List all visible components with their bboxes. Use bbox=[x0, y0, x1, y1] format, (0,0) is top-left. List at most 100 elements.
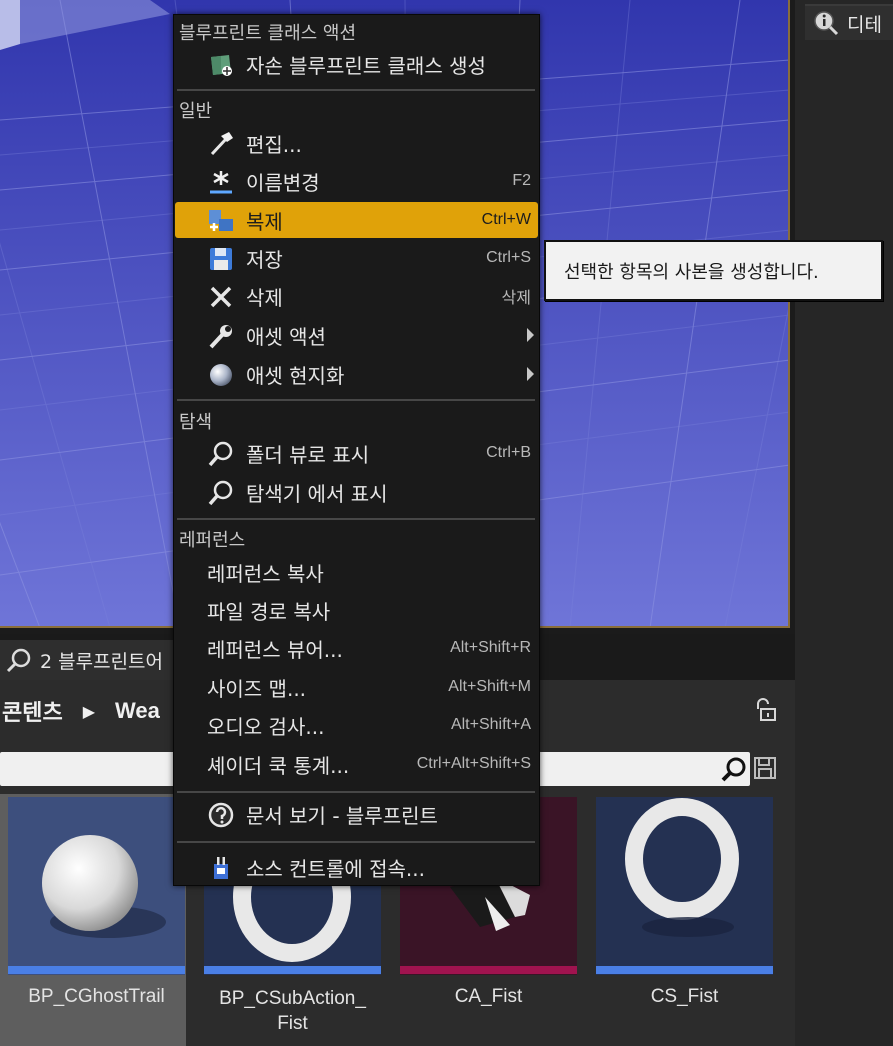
menu-item-label: 소스 컨트롤에 접속... bbox=[246, 856, 425, 881]
asset-type-bar bbox=[596, 966, 773, 974]
submenu-arrow-icon bbox=[527, 328, 534, 342]
menu-divider bbox=[177, 399, 535, 401]
menu-section-blueprint-class: 블루프린트 클래스 액션 bbox=[179, 23, 357, 44]
menu-item-shortcut: Ctrl+Alt+Shift+S bbox=[416, 755, 531, 772]
menu-item-label: 폴더 뷰로 표시 bbox=[246, 442, 370, 467]
asset-thumbnail bbox=[596, 797, 773, 975]
content-browser-search-icon bbox=[6, 648, 31, 673]
menu-divider bbox=[177, 841, 535, 843]
menu-item-shortcut: F2 bbox=[512, 172, 531, 189]
breadcrumb-separator-icon[interactable]: ▶ bbox=[83, 702, 95, 721]
asset-type-bar bbox=[204, 966, 381, 974]
search-icon[interactable] bbox=[720, 755, 748, 783]
menu-item-label: 복제 bbox=[246, 209, 283, 234]
menu-item-view-docs[interactable]: 문서 보기 - 블루프린트 bbox=[175, 796, 538, 832]
menu-item-show-in-explorer[interactable]: 탐색기 에서 표시 bbox=[175, 474, 538, 510]
details-info-icon bbox=[814, 11, 839, 36]
content-browser-tab-label: 2 블루프린트어 bbox=[40, 650, 164, 673]
menu-item-label: 이름변경 bbox=[246, 170, 320, 195]
breadcrumb-item-content[interactable]: 콘텐츠 bbox=[2, 695, 63, 727]
menu-item-label: 레퍼런스 뷰어... bbox=[207, 637, 343, 662]
menu-item-label: 탐색기 에서 표시 bbox=[246, 481, 388, 506]
menu-item-label: 파일 경로 복사 bbox=[207, 599, 331, 624]
menu-item-label: 레퍼런스 복사 bbox=[207, 561, 324, 586]
unlock-icon[interactable] bbox=[752, 697, 778, 723]
menu-item-shortcut: Ctrl+W bbox=[481, 211, 531, 228]
asset-tile[interactable]: BP_CGhostTrail bbox=[0, 794, 186, 1046]
menu-item-shader-cook-stats[interactable]: 셰이더 쿡 통계... Ctrl+Alt+Shift+S bbox=[175, 746, 538, 782]
menu-item-copy-file-path[interactable]: 파일 경로 복사 bbox=[175, 592, 538, 628]
menu-item-copy-reference[interactable]: 레퍼런스 복사 bbox=[175, 554, 538, 590]
duplicate-tooltip: 선택한 항목의 사본을 생성합니다. bbox=[544, 240, 883, 301]
menu-item-shortcut: Ctrl+B bbox=[486, 444, 531, 461]
menu-item-label: 사이즈 맵... bbox=[207, 676, 307, 701]
menu-divider bbox=[177, 518, 535, 520]
rename-star-icon bbox=[210, 171, 232, 194]
source-control-icon bbox=[214, 857, 228, 879]
menu-section-general: 일반 bbox=[179, 101, 213, 122]
menu-item-label: 편집... bbox=[246, 132, 302, 157]
breadcrumb-item-weapons[interactable]: Wea bbox=[115, 698, 160, 724]
asset-thumbnail bbox=[8, 797, 185, 975]
menu-item-asset-actions[interactable]: 애셋 액션 bbox=[175, 317, 538, 353]
editor-window: 디테 2 블루프린트어 콘텐츠 ▶ Wea BP_CGhostTrail BP_… bbox=[0, 0, 893, 1046]
globe-icon bbox=[210, 364, 232, 386]
magnifier-icon bbox=[208, 441, 233, 467]
menu-item-shortcut: 삭제 bbox=[501, 290, 531, 307]
wrench-icon bbox=[209, 325, 232, 349]
sphere-thumbnail-icon bbox=[42, 835, 166, 938]
duplicate-icon bbox=[209, 210, 233, 231]
asset-name: CS_Fist bbox=[650, 986, 719, 1007]
breadcrumb: 콘텐츠 ▶ Wea bbox=[0, 686, 160, 736]
menu-divider bbox=[177, 89, 535, 91]
menu-item-edit[interactable]: 편집... bbox=[175, 125, 538, 161]
hammer-icon bbox=[210, 132, 233, 156]
menu-item-label: 애셋 액션 bbox=[246, 324, 326, 349]
blueprint-class-icon bbox=[211, 55, 232, 76]
asset-name: BP_CSubAction_ Fist bbox=[219, 988, 366, 1034]
menu-item-label: 삭제 bbox=[246, 285, 283, 310]
tab-details[interactable]: 디테 bbox=[805, 4, 893, 40]
asset-tile[interactable]: CS_Fist bbox=[588, 794, 774, 1046]
tab-content-browser[interactable]: 2 블루프린트어 bbox=[0, 640, 200, 680]
menu-item-label: 셰이더 쿡 통계... bbox=[207, 753, 350, 778]
asset-name: BP_CGhostTrail bbox=[28, 986, 165, 1007]
menu-item-create-child-blueprint[interactable]: 자손 블루프린트 클래스 생성 bbox=[175, 46, 538, 82]
menu-divider bbox=[177, 791, 535, 793]
menu-item-audit[interactable]: 오디오 검사... Alt+Shift+A bbox=[175, 707, 538, 743]
menu-item-source-control[interactable]: 소스 컨트롤에 접속... bbox=[175, 849, 538, 885]
menu-item-delete[interactable]: 삭제 삭제 bbox=[175, 278, 538, 314]
submenu-arrow-icon bbox=[527, 367, 534, 381]
menu-item-shortcut: Alt+Shift+A bbox=[450, 716, 531, 733]
asset-name: CA_Fist bbox=[454, 986, 523, 1007]
menu-item-asset-localization[interactable]: 애셋 현지화 bbox=[175, 356, 538, 392]
menu-item-label: 저장 bbox=[246, 247, 283, 272]
floppy-disk-icon bbox=[210, 248, 232, 270]
save-search-icon[interactable] bbox=[752, 755, 778, 781]
menu-section-references: 레퍼런스 bbox=[179, 530, 246, 551]
ring-thumbnail-icon bbox=[625, 798, 739, 937]
menu-item-label: 애셋 현지화 bbox=[246, 363, 345, 388]
menu-item-rename[interactable]: 이름변경 F2 bbox=[175, 163, 538, 199]
menu-item-save[interactable]: 저장 Ctrl+S bbox=[175, 240, 538, 276]
menu-item-duplicate[interactable]: 복제 Ctrl+W bbox=[175, 202, 538, 238]
menu-item-label: 자손 블루프린트 클래스 생성 bbox=[246, 53, 486, 78]
menu-item-size-map[interactable]: 사이즈 맵... Alt+Shift+M bbox=[175, 669, 538, 705]
asset-type-bar bbox=[8, 966, 185, 974]
menu-section-explore: 탐색 bbox=[179, 412, 213, 433]
asset-context-menu: 블루프린트 클래스 액션 자손 블루프린트 클래스 생성 일반 편집... 이름… bbox=[173, 14, 540, 886]
x-icon bbox=[210, 286, 232, 308]
details-panel: 디테 bbox=[795, 0, 893, 1046]
menu-item-label: 문서 보기 - 블루프린트 bbox=[246, 803, 438, 828]
details-tab-label: 디테 bbox=[847, 13, 882, 36]
menu-item-shortcut: Ctrl+S bbox=[486, 249, 531, 266]
help-circle-icon bbox=[208, 802, 234, 828]
asset-type-bar bbox=[400, 966, 577, 974]
magnifier-icon bbox=[208, 480, 233, 506]
menu-item-show-folder-view[interactable]: 폴더 뷰로 표시 Ctrl+B bbox=[175, 435, 538, 471]
menu-item-label: 오디오 검사... bbox=[207, 714, 325, 739]
menu-item-shortcut: Alt+Shift+R bbox=[450, 639, 531, 656]
tooltip-text: 선택한 항목의 사본을 생성합니다. bbox=[564, 261, 819, 283]
menu-item-shortcut: Alt+Shift+M bbox=[448, 678, 531, 695]
menu-item-reference-viewer[interactable]: 레퍼런스 뷰어... Alt+Shift+R bbox=[175, 630, 538, 666]
